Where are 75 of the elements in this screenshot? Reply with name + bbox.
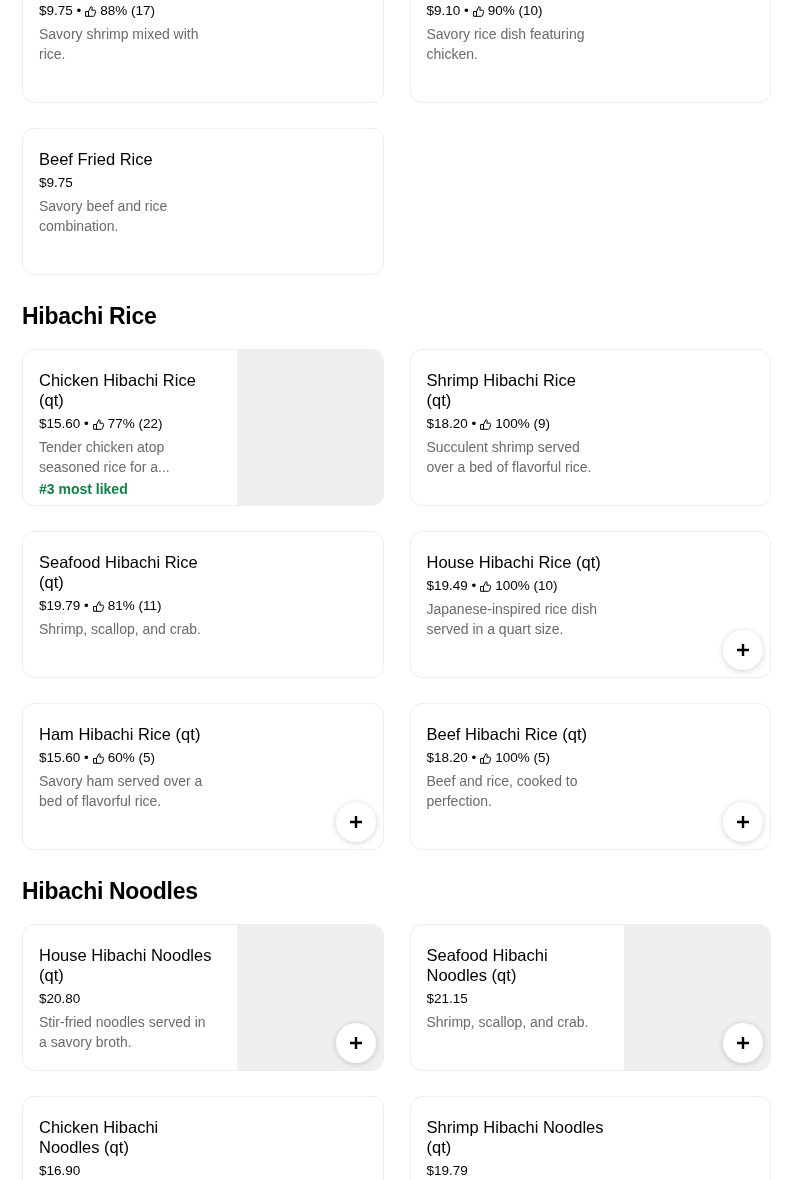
menu-item-card[interactable]: House Hibachi Rice (qt) $19.49 • 100% (10) Japanese-inspired rice dish served in a quart size.	[409, 531, 771, 678]
add-button[interactable]	[723, 630, 763, 670]
section-heading: Hibachi Noodles	[22, 877, 199, 906]
item-rating: 60% (5)	[107, 749, 156, 767]
item-price: $15.60 •	[39, 749, 89, 767]
popularity-label: #3 most liked	[39, 480, 128, 499]
item-name: Ham Hibachi Rice (qt)	[39, 724, 201, 744]
item-rating: 100% (10)	[495, 577, 558, 595]
add-button[interactable]	[723, 802, 763, 842]
thumbs-up-icon	[91, 751, 105, 765]
menu-item-card[interactable]: Chicken Hibachi Noodles (qt) $16.90	[22, 1096, 384, 1180]
item-price: $9.10 •	[426, 2, 469, 20]
menu-item-card[interactable]: Shrimp Hibachi Noodles (qt) $19.79	[409, 1096, 771, 1180]
item-rating: 100% (5)	[495, 749, 551, 767]
thumbs-up-icon	[471, 4, 485, 18]
thumbs-up-icon	[91, 599, 105, 613]
item-name: House Hibachi Noodles (qt)	[39, 945, 213, 985]
item-description: Shrimp, scallop, and crab.	[39, 620, 201, 639]
item-name: Beef Hibachi Rice (qt)	[426, 724, 587, 744]
thumbs-up-icon	[479, 417, 493, 431]
menu-item-card[interactable]: Seafood Hibachi Noodles (qt) $21.15 Shrimp, scallop, and crab.	[409, 924, 771, 1071]
item-name: Shrimp Hibachi Rice (qt)	[426, 370, 577, 410]
item-name: Seafood Hibachi Rice (qt)	[39, 552, 199, 592]
menu-item-card[interactable]: $9.75 • 88% (17) Savory shrimp mixed with rice.	[22, 0, 384, 103]
item-name: Chicken Hibachi Noodles (qt)	[39, 1117, 160, 1157]
item-price: $19.79	[426, 1162, 468, 1180]
item-price: $19.49 •	[426, 577, 477, 595]
menu-item-card[interactable]: House Hibachi Noodles (qt) $20.80 Stir-fried noodles served in a savory broth.	[22, 924, 384, 1071]
item-description: Savory rice dish featuring chicken.	[426, 25, 586, 64]
item-price: $9.75 •	[39, 2, 82, 20]
plus-icon	[348, 1036, 363, 1050]
item-rating: 88% (17)	[100, 2, 156, 20]
plus-icon	[736, 815, 750, 829]
item-description: Beef and rice, cooked to perfection.	[426, 772, 579, 811]
menu-item-card[interactable]: $9.10 • 90% (10) Savory rice dish featuring chicken.	[409, 0, 771, 103]
item-rating: 100% (9)	[495, 415, 551, 433]
item-price: $21.15	[426, 990, 468, 1008]
item-price: $19.79 •	[39, 597, 89, 615]
section-heading: Hibachi Rice	[22, 302, 158, 331]
item-description: Savory beef and rice combination.	[39, 197, 169, 236]
menu-item-card[interactable]: Beef Hibachi Rice (qt) $18.20 • 100% (5) Beef and rice, cooked to perfection.	[409, 703, 771, 850]
item-price: $16.90	[39, 1162, 81, 1180]
item-description: Savory ham served over a bed of flavorful rice.	[39, 772, 204, 811]
item-name: Shrimp Hibachi Noodles (qt)	[426, 1117, 605, 1157]
item-name: Seafood Hibachi Noodles (qt)	[426, 945, 549, 985]
item-description: Shrimp, scallop, and crab.	[426, 1013, 589, 1032]
item-price: $18.20 •	[426, 749, 477, 767]
item-description: Succulent shrimp served over a bed of flavorful rice.	[426, 438, 593, 477]
menu-item-card[interactable]: Beef Fried Rice $9.75 Savory beef and rice combination.	[22, 128, 384, 275]
thumbs-up-icon	[91, 417, 105, 431]
item-description: Savory shrimp mixed with rice.	[39, 25, 200, 64]
item-name: House Hibachi Rice (qt)	[426, 552, 601, 572]
item-name: Chicken Hibachi Rice (qt)	[39, 370, 197, 410]
plus-icon	[736, 643, 750, 657]
thumbs-up-icon	[84, 4, 98, 18]
menu-item-card[interactable]: Seafood Hibachi Rice (qt) $19.79 • 81% (11) Shrimp, scallop, and crab.	[22, 531, 384, 678]
item-description: Stir-fried noodles served in a savory broth.	[39, 1013, 207, 1052]
item-price: $18.20 •	[426, 415, 477, 433]
item-description: Japanese-inspired rice dish served in a quart size.	[426, 600, 598, 639]
menu-item-card[interactable]: Ham Hibachi Rice (qt) $15.60 • 60% (5) Savory ham served over a bed of flavorful rice.	[22, 703, 384, 850]
item-rating: 81% (11)	[107, 597, 162, 615]
plus-icon	[736, 1036, 750, 1050]
item-price: $9.75	[39, 174, 73, 192]
item-rating: 90% (10)	[487, 2, 543, 20]
item-rating: 77% (22)	[107, 415, 163, 433]
item-price: $20.80	[39, 990, 81, 1008]
thumbs-up-icon	[479, 751, 493, 765]
plus-icon	[348, 815, 363, 829]
thumbs-up-icon	[479, 579, 493, 593]
menu-item-card[interactable]: Shrimp Hibachi Rice (qt) $18.20 • 100% (9) Succulent shrimp served over a bed of flavorful rice.	[409, 349, 771, 506]
item-name: Beef Fried Rice	[39, 149, 153, 169]
add-button[interactable]	[335, 802, 376, 842]
item-description: Tender chicken atop seasoned rice for a...	[39, 438, 171, 477]
item-price: $15.60 •	[39, 415, 89, 433]
menu-item-card[interactable]: Chicken Hibachi Rice (qt) $15.60 • 77% (22) Tender chicken atop seasoned rice for a... #3 most liked	[22, 349, 384, 506]
